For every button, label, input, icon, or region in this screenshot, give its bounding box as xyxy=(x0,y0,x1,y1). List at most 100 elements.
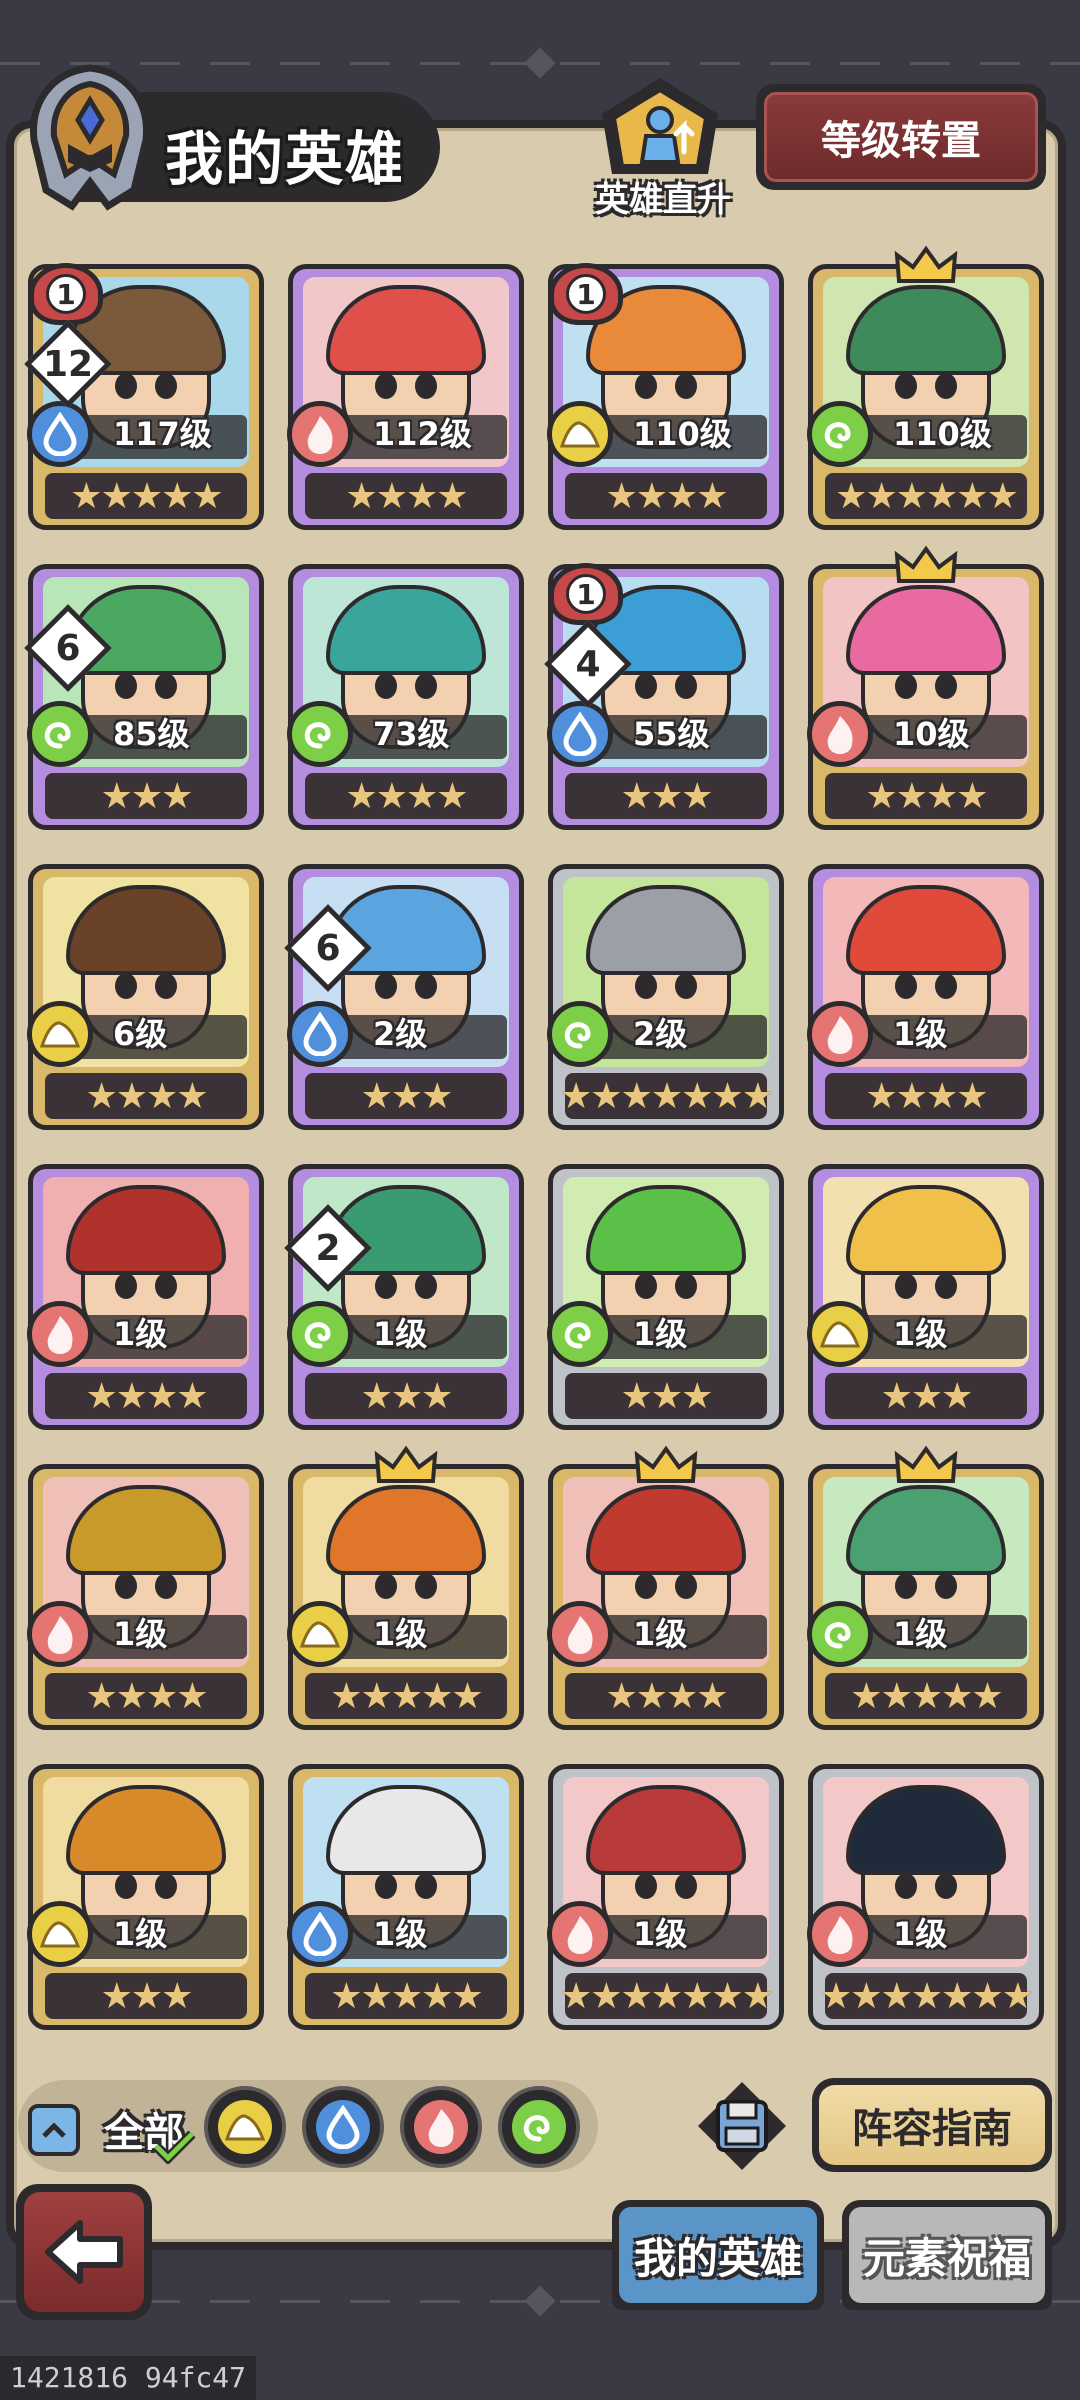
hero-level: 2级 xyxy=(373,1015,428,1053)
star-icon: ★ xyxy=(1001,1975,1034,2017)
star-rating: ★ ★ ★ ★ xyxy=(565,1673,767,1719)
star-rating: ★ ★ ★ ★ ★ xyxy=(305,1673,507,1719)
hero-eye xyxy=(635,1573,657,1599)
hero-eye xyxy=(115,1273,137,1299)
level-transfer-button[interactable]: 等级转置 xyxy=(756,84,1046,190)
star-rating: ★ ★ ★ xyxy=(45,1973,247,2019)
hero-card[interactable]: 1级 ★ ★ ★ ★ ★ ★ ★ xyxy=(807,1764,1044,2030)
hero-card[interactable]: 1级 ★ ★ ★ ★ xyxy=(27,1464,264,1730)
water-element-icon xyxy=(27,401,93,467)
hero-upgrade-label[interactable]: 英雄直升 xyxy=(578,172,748,221)
star-icon: ★ xyxy=(711,1975,743,2017)
hero-level: 73级 xyxy=(373,715,450,753)
star-icon: ★ xyxy=(741,1975,774,2017)
star-icon: ★ xyxy=(681,775,713,817)
hero-card[interactable]: 1级 ★ ★ ★ xyxy=(807,1164,1044,1430)
hero-card[interactable]: 1级 ★ ★ ★ xyxy=(547,1164,784,1430)
filter-earth-button[interactable] xyxy=(204,2086,286,2168)
star-icon: ★ xyxy=(161,775,193,817)
star-icon: ★ xyxy=(941,1675,973,1717)
star-icon: ★ xyxy=(146,1675,178,1717)
star-icon: ★ xyxy=(865,1075,897,1117)
hero-upgrade-icon[interactable] xyxy=(590,74,730,184)
tab-my-heroes[interactable]: 我的英雄 xyxy=(612,2200,824,2310)
hero-card[interactable]: 2级 ★ ★ ★ ★ ★ ★ ★ xyxy=(547,864,784,1130)
hero-card[interactable]: 1级 ★ ★ ★ ★ xyxy=(547,1445,784,1730)
collapse-chevron-button[interactable] xyxy=(28,2104,80,2156)
star-icon: ★ xyxy=(451,1675,483,1717)
star-icon: ★ xyxy=(345,475,377,517)
star-icon: ★ xyxy=(176,1675,208,1717)
back-button[interactable] xyxy=(16,2184,152,2320)
filter-wind-button[interactable] xyxy=(498,2086,580,2168)
awaken-badge-count: 1 xyxy=(566,574,606,614)
star-rating: ★ ★ ★ ★ ★ ★ xyxy=(825,473,1027,519)
star-icon: ★ xyxy=(681,1375,713,1417)
star-icon: ★ xyxy=(820,1975,852,2017)
hero-eye xyxy=(675,973,697,999)
hero-eye xyxy=(155,1873,177,1899)
star-icon: ★ xyxy=(620,1075,653,1117)
hero-card[interactable]: 1级 ★ ★ ★ ★ ★ xyxy=(287,1445,524,1730)
hero-card[interactable]: 10级 ★ ★ ★ ★ xyxy=(807,545,1044,830)
star-icon: ★ xyxy=(436,775,468,817)
hero-card[interactable]: 1级 ★ ★ ★ ★ ★ xyxy=(287,1764,524,2030)
hero-eye xyxy=(115,1573,137,1599)
hero-level: 117级 xyxy=(113,415,212,453)
hero-level: 6级 xyxy=(113,1015,168,1053)
hero-card[interactable]: 2级 ★ ★ ★ 6 xyxy=(284,864,524,1130)
wind-element-icon xyxy=(547,1001,613,1067)
hero-card[interactable]: 110级 ★ ★ ★ ★ 1 xyxy=(547,263,784,530)
hero-hair xyxy=(586,885,746,975)
hero-level: 85级 xyxy=(113,715,190,753)
star-rating: ★ ★ ★ ★ ★ xyxy=(45,473,247,519)
tab-element-blessing[interactable]: 元素祝福 xyxy=(842,2200,1052,2310)
hero-card[interactable]: 110级 ★ ★ ★ ★ ★ ★ xyxy=(807,245,1044,530)
hero-hair xyxy=(66,1485,226,1575)
hero-card[interactable]: 1级 ★ ★ ★ xyxy=(27,1764,264,2030)
hero-card[interactable]: 55级 ★ ★ ★ 1 4 xyxy=(544,563,784,830)
hero-hair xyxy=(326,585,486,675)
hero-eye xyxy=(675,673,697,699)
awaken-badge-count: 1 xyxy=(46,274,86,314)
hero-eye xyxy=(935,673,957,699)
hero-level: 1级 xyxy=(893,1315,948,1353)
hero-card[interactable]: 1级 ★ ★ ★ ★ ★ xyxy=(807,1445,1044,1730)
star-rating: ★ ★ ★ ★ xyxy=(825,1073,1027,1119)
save-lineup-icon[interactable] xyxy=(696,2080,788,2172)
hero-card[interactable]: 73级 ★ ★ ★ ★ xyxy=(287,564,524,830)
hero-hair xyxy=(66,1785,226,1875)
hero-card[interactable]: 85级 ★ ★ ★ 6 xyxy=(24,564,264,830)
star-icon: ★ xyxy=(330,1675,362,1717)
hero-level: 1级 xyxy=(113,1615,168,1653)
hero-card[interactable]: 1级 ★ ★ ★ ★ xyxy=(807,864,1044,1130)
hero-eye xyxy=(155,1273,177,1299)
star-rating: ★ ★ ★ xyxy=(565,1373,767,1419)
lineup-guide-button[interactable]: 阵容指南 xyxy=(812,2078,1052,2172)
hero-eye xyxy=(935,1273,957,1299)
star-rating: ★ ★ ★ xyxy=(305,1073,507,1119)
hero-card[interactable]: 1级 ★ ★ ★ ★ xyxy=(27,1164,264,1430)
hero-card[interactable]: 6级 ★ ★ ★ ★ xyxy=(27,864,264,1130)
hero-card[interactable]: 112级 ★ ★ ★ ★ xyxy=(287,264,524,530)
hero-card[interactable]: 1级 ★ ★ ★ ★ ★ ★ ★ xyxy=(547,1764,784,2030)
filter-water-button[interactable] xyxy=(302,2086,384,2168)
hero-level: 110级 xyxy=(893,415,992,453)
star-icon: ★ xyxy=(590,1075,622,1117)
level-transfer-label: 等级转置 xyxy=(764,92,1038,182)
star-icon: ★ xyxy=(176,1375,208,1417)
star-rating: ★ ★ ★ xyxy=(305,1373,507,1419)
fire-filter-icon xyxy=(414,2100,468,2154)
earth-element-icon xyxy=(27,1901,93,1967)
star-icon: ★ xyxy=(941,1975,973,2017)
build-id-text: 1421816 94fc47 xyxy=(0,2356,257,2400)
hero-eye xyxy=(935,373,957,399)
star-icon: ★ xyxy=(910,1675,943,1717)
star-icon: ★ xyxy=(605,475,637,517)
filter-fire-button[interactable] xyxy=(400,2086,482,2168)
star-icon: ★ xyxy=(70,475,102,517)
star-rating: ★ ★ ★ ★ xyxy=(45,1673,247,1719)
hero-card[interactable]: 117级 ★ ★ ★ ★ ★ 1 12 xyxy=(24,263,264,530)
hero-hair xyxy=(586,1485,746,1575)
hero-card[interactable]: 1级 ★ ★ ★ 2 xyxy=(284,1164,524,1430)
